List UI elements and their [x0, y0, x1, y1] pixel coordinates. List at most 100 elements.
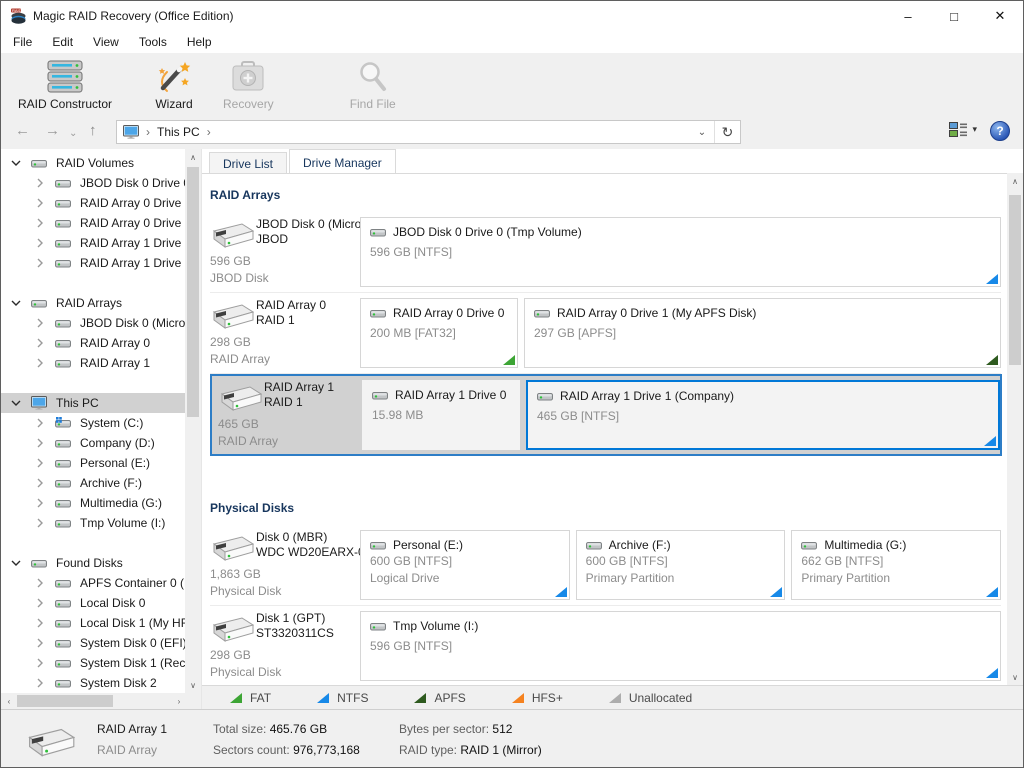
sidebar-item-label[interactable]: RAID Array 1	[80, 356, 150, 370]
partition-card[interactable]: Multimedia (G:) 662 GB [NTFS] Primary Pa…	[791, 530, 1001, 600]
chevron-right-icon[interactable]	[33, 178, 47, 188]
partition-card[interactable]: RAID Array 0 Drive 0 (EI 200 MB [FAT32]	[360, 298, 518, 368]
breadcrumb-location[interactable]: This PC	[157, 125, 200, 139]
breadcrumb-chevron-icon[interactable]: ›	[207, 125, 211, 139]
tab-drive-manager[interactable]: Drive Manager	[289, 149, 396, 173]
disk-row-disk-1[interactable]: Disk 1 (GPT)ST3320311CS 298 GB Physical …	[210, 606, 1001, 685]
sidebar-item[interactable]: JBOD Disk 0 (Microso	[1, 313, 185, 333]
sidebar-group-found-disks[interactable]: Found Disks	[1, 553, 185, 573]
partition-card[interactable]: Personal (E:) 600 GB [NTFS] Logical Driv…	[360, 530, 570, 600]
scroll-up-icon[interactable]: ∧	[1007, 173, 1023, 189]
sidebar-item-label[interactable]: JBOD Disk 0 Drive 0 (	[80, 176, 185, 190]
sidebar-item-label[interactable]: Personal (E:)	[80, 456, 150, 470]
chevron-right-icon[interactable]	[33, 638, 47, 648]
sidebar-item[interactable]: System Disk 1 (Recov	[1, 653, 185, 673]
chevron-right-icon[interactable]	[33, 578, 47, 588]
chevron-right-icon[interactable]	[33, 478, 47, 488]
forward-icon[interactable]: →	[45, 123, 60, 139]
sidebar-group-label[interactable]: This PC	[56, 396, 99, 410]
chevron-right-icon[interactable]	[33, 258, 47, 268]
chevron-right-icon[interactable]	[33, 658, 47, 668]
sidebar-item[interactable]: APFS Container 0 (M	[1, 573, 185, 593]
sidebar-item-label[interactable]: RAID Array 1 Drive 1	[80, 256, 185, 270]
menu-view[interactable]: View	[83, 33, 129, 51]
chevron-right-icon[interactable]	[33, 598, 47, 608]
menu-edit[interactable]: Edit	[42, 33, 83, 51]
scroll-right-icon[interactable]: ›	[171, 693, 187, 709]
disk-row-raid-array-1-selected[interactable]: RAID Array 1RAID 1 465 GB RAID Array RAI…	[210, 374, 1002, 456]
address-dropdown-icon[interactable]: ⌄	[690, 127, 714, 138]
sidebar-item-label[interactable]: Multimedia (G:)	[80, 496, 162, 510]
sidebar-item-label[interactable]: RAID Array 0 Drive 1	[80, 216, 185, 230]
content-scrollbar-vertical[interactable]: ∧ ∨	[1007, 173, 1023, 685]
sidebar-item[interactable]: RAID Array 0 Drive 0	[1, 193, 185, 213]
sidebar-group-label[interactable]: RAID Arrays	[56, 296, 122, 310]
chevron-right-icon[interactable]	[33, 358, 47, 368]
wizard-button[interactable]: Wizard	[145, 57, 203, 113]
partition-card-selected[interactable]: RAID Array 1 Drive 1 (Company) 465 GB [N…	[526, 380, 1000, 450]
sidebar-item[interactable]: RAID Array 1 Drive 1	[1, 253, 185, 273]
sidebar-item[interactable]: RAID Array 0	[1, 333, 185, 353]
sidebar-item[interactable]: RAID Array 1	[1, 353, 185, 373]
scrollbar-thumb[interactable]	[1009, 195, 1021, 365]
sidebar-group-raid-arrays[interactable]: RAID Arrays	[1, 293, 185, 313]
close-button[interactable]: ✕	[977, 1, 1023, 31]
partition-card[interactable]: RAID Array 1 Drive 0 15.98 MB	[362, 380, 520, 450]
chevron-right-icon[interactable]	[33, 318, 47, 328]
disk-label[interactable]: JBOD Disk 0 (MicrosJBOD 596 GB JBOD Disk	[210, 217, 360, 287]
up-icon[interactable]: ↑	[89, 123, 97, 139]
sidebar-item-label[interactable]: System (C:)	[80, 416, 143, 430]
chevron-right-icon[interactable]	[33, 418, 47, 428]
sidebar-item-label[interactable]: Local Disk 1 (My HFS	[80, 616, 185, 630]
chevron-right-icon[interactable]	[33, 678, 47, 688]
chevron-down-icon[interactable]	[9, 558, 23, 568]
sidebar-item[interactable]: System Disk 2	[1, 673, 185, 693]
menu-tools[interactable]: Tools	[129, 33, 177, 51]
scroll-down-icon[interactable]: ∨	[185, 677, 201, 693]
chevron-right-icon[interactable]	[33, 218, 47, 228]
disk-row-raid-array-0[interactable]: RAID Array 0RAID 1 298 GB RAID Array RAI…	[210, 293, 1001, 374]
scrollbar-thumb[interactable]	[17, 695, 113, 707]
chevron-right-icon[interactable]	[33, 498, 47, 508]
chevron-right-icon[interactable]	[33, 518, 47, 528]
chevron-right-icon[interactable]	[33, 618, 47, 628]
sidebar-item[interactable]: Local Disk 1 (My HFS	[1, 613, 185, 633]
history-chevron-icon[interactable]: ⌄	[69, 126, 77, 142]
sidebar-item-label[interactable]: System Disk 2	[80, 676, 157, 690]
sidebar-item-this-pc[interactable]: This PC	[1, 393, 185, 413]
sidebar-item[interactable]: JBOD Disk 0 Drive 0 (	[1, 173, 185, 193]
chevron-right-icon[interactable]	[33, 198, 47, 208]
chevron-right-icon[interactable]	[33, 338, 47, 348]
chevron-down-icon[interactable]	[9, 298, 23, 308]
chevron-right-icon[interactable]	[33, 458, 47, 468]
maximize-button[interactable]: □	[931, 1, 977, 31]
sidebar-item-label[interactable]: RAID Array 0	[80, 336, 150, 350]
sidebar-item-label[interactable]: JBOD Disk 0 (Microso	[80, 316, 185, 330]
sidebar-item-label[interactable]: System Disk 0 (EFI)	[80, 636, 185, 650]
chevron-right-icon[interactable]	[33, 438, 47, 448]
sidebar-group-raid-volumes[interactable]: RAID Volumes	[1, 153, 185, 173]
help-button[interactable]: ?	[990, 121, 1010, 141]
refresh-icon[interactable]: ↻	[714, 121, 740, 143]
partition-card[interactable]: Tmp Volume (I:) 596 GB [NTFS]	[360, 611, 1001, 681]
sidebar-item[interactable]: Local Disk 0	[1, 593, 185, 613]
sidebar-item-label[interactable]: Local Disk 0	[80, 596, 145, 610]
sidebar-group-label[interactable]: Found Disks	[56, 556, 123, 570]
minimize-button[interactable]: –	[885, 1, 931, 31]
chevron-down-icon[interactable]	[9, 158, 23, 168]
chevron-right-icon[interactable]	[33, 238, 47, 248]
disk-label[interactable]: RAID Array 0RAID 1 298 GB RAID Array	[210, 298, 360, 368]
sidebar-item-label[interactable]: RAID Array 0 Drive 0	[80, 196, 185, 210]
sidebar-item[interactable]: Tmp Volume (I:)	[1, 513, 185, 533]
scroll-left-icon[interactable]: ‹	[1, 693, 17, 709]
chevron-down-icon[interactable]	[9, 398, 23, 408]
tree-scrollbar-vertical[interactable]: ∧ ∨	[185, 149, 201, 693]
view-mode-button[interactable]: ▾	[949, 122, 977, 137]
partition-card[interactable]: RAID Array 0 Drive 1 (My APFS Disk) 297 …	[524, 298, 1001, 368]
disk-label[interactable]: Disk 1 (GPT)ST3320311CS 298 GB Physical …	[210, 611, 360, 681]
sidebar-item-label[interactable]: Company (D:)	[80, 436, 155, 450]
disk-row-disk-0[interactable]: Disk 0 (MBR)WDC WD20EARX-00 1,863 GB Phy…	[210, 525, 1001, 606]
menu-help[interactable]: Help	[177, 33, 222, 51]
sidebar-item[interactable]: Archive (F:)	[1, 473, 185, 493]
sidebar-item[interactable]: System (C:)	[1, 413, 185, 433]
